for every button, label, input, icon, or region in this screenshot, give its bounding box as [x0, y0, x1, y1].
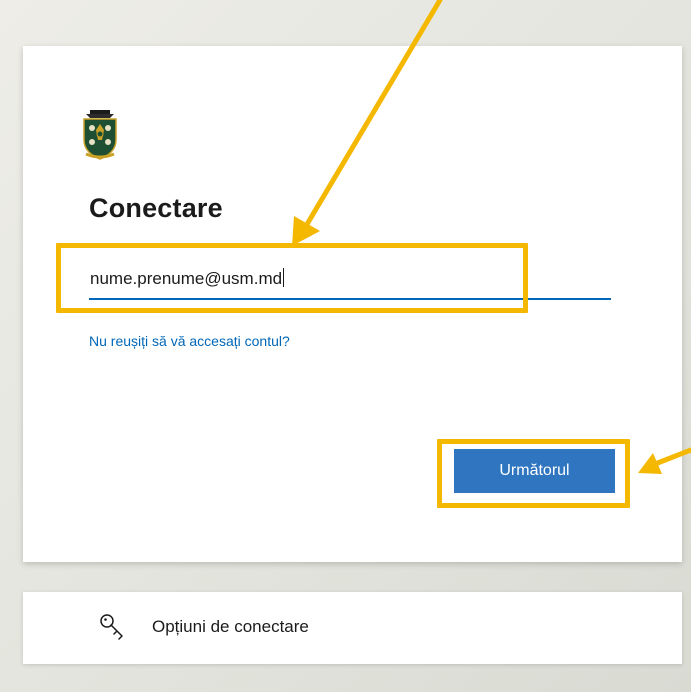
- key-icon: [100, 614, 123, 640]
- button-highlight-box: [437, 439, 630, 508]
- page-title: Conectare: [89, 193, 223, 223]
- cant-access-account-link[interactable]: Nu reușiți să vă accesați contul?: [89, 333, 290, 349]
- university-crest-logo: [83, 110, 117, 160]
- signin-options-button[interactable]: Opțiuni de conectare: [23, 592, 682, 664]
- email-highlight-box: [56, 243, 528, 313]
- signin-options-label: Opțiuni de conectare: [152, 617, 309, 636]
